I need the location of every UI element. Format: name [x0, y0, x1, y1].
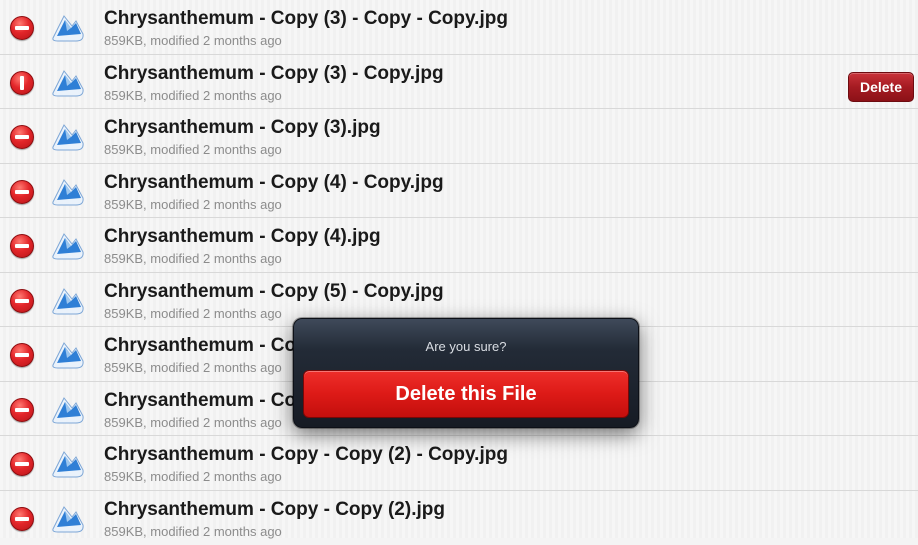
file-meta: 859KB, modified 2 months ago [104, 197, 282, 212]
popover-title: Are you sure? [294, 339, 638, 354]
file-name: Chrysanthemum - Copy (3) - Copy - Copy.j… [104, 8, 508, 30]
delete-toggle-icon[interactable] [10, 507, 34, 531]
file-name: Chrysanthemum - Copy - Copy (2) - Copy.j… [104, 444, 508, 466]
file-row[interactable]: Chrysanthemum - Copy - Copy (2) - Copy.j… [0, 436, 918, 491]
file-meta: 859KB, modified 2 months ago [104, 360, 282, 375]
file-row[interactable]: Chrysanthemum - Copy (4).jpg 859KB, modi… [0, 218, 918, 273]
file-name: Chrysanthemum - Copy (5) - Copy.jpg [104, 281, 444, 303]
file-meta: 859KB, modified 2 months ago [104, 251, 282, 266]
file-name: Chrysanthemum - Copy (3) - Copy.jpg [104, 63, 444, 85]
file-name: Chrysanthemum - Copy (4) - Copy.jpg [104, 172, 444, 194]
delete-toggle-icon[interactable] [10, 180, 34, 204]
file-name: Chrysanthemum - Copy (3).jpg [104, 117, 381, 139]
image-file-icon [50, 339, 86, 371]
file-meta: 859KB, modified 2 months ago [104, 415, 282, 430]
file-list: Chrysanthemum - Copy (3) - Copy - Copy.j… [0, 0, 918, 538]
image-file-icon [50, 67, 86, 99]
image-file-icon [50, 176, 86, 208]
file-row[interactable]: Chrysanthemum - Copy - Copy (2).jpg 859K… [0, 491, 918, 545]
file-meta: 859KB, modified 2 months ago [104, 88, 282, 103]
delete-confirmation-popover: Are you sure? Delete this File [293, 318, 639, 428]
delete-toggle-icon[interactable] [10, 343, 34, 367]
delete-toggle-icon[interactable] [10, 234, 34, 258]
delete-toggle-icon[interactable] [10, 398, 34, 422]
file-name: Chrysanthemum - Copy (4).jpg [104, 226, 381, 248]
file-row[interactable]: Chrysanthemum - Copy (4) - Copy.jpg 859K… [0, 164, 918, 219]
delete-toggle-icon[interactable] [10, 289, 34, 313]
image-file-icon [50, 12, 86, 44]
image-file-icon [50, 448, 86, 480]
image-file-icon [50, 230, 86, 262]
image-file-icon [50, 121, 86, 153]
file-row[interactable]: Chrysanthemum - Copy (3).jpg 859KB, modi… [0, 109, 918, 164]
delete-toggle-icon[interactable] [10, 16, 34, 40]
file-meta: 859KB, modified 2 months ago [104, 524, 282, 539]
file-name: Chrysanthemum - Copy - Copy (2).jpg [104, 499, 445, 521]
file-meta: 859KB, modified 2 months ago [104, 306, 282, 321]
image-file-icon [50, 394, 86, 426]
image-file-icon [50, 285, 86, 317]
delete-this-file-button[interactable]: Delete this File [303, 370, 629, 418]
file-row[interactable]: Chrysanthemum - Copy (3) - Copy - Copy.j… [0, 0, 918, 55]
file-meta: 859KB, modified 2 months ago [104, 142, 282, 157]
row-delete-button[interactable]: Delete [848, 72, 914, 102]
delete-toggle-active-icon[interactable] [10, 71, 34, 95]
delete-toggle-icon[interactable] [10, 125, 34, 149]
delete-toggle-icon[interactable] [10, 452, 34, 476]
file-meta: 859KB, modified 2 months ago [104, 469, 282, 484]
file-meta: 859KB, modified 2 months ago [104, 33, 282, 48]
image-file-icon [50, 503, 86, 535]
file-row-selected[interactable]: Chrysanthemum - Copy (3) - Copy.jpg 859K… [0, 55, 918, 110]
